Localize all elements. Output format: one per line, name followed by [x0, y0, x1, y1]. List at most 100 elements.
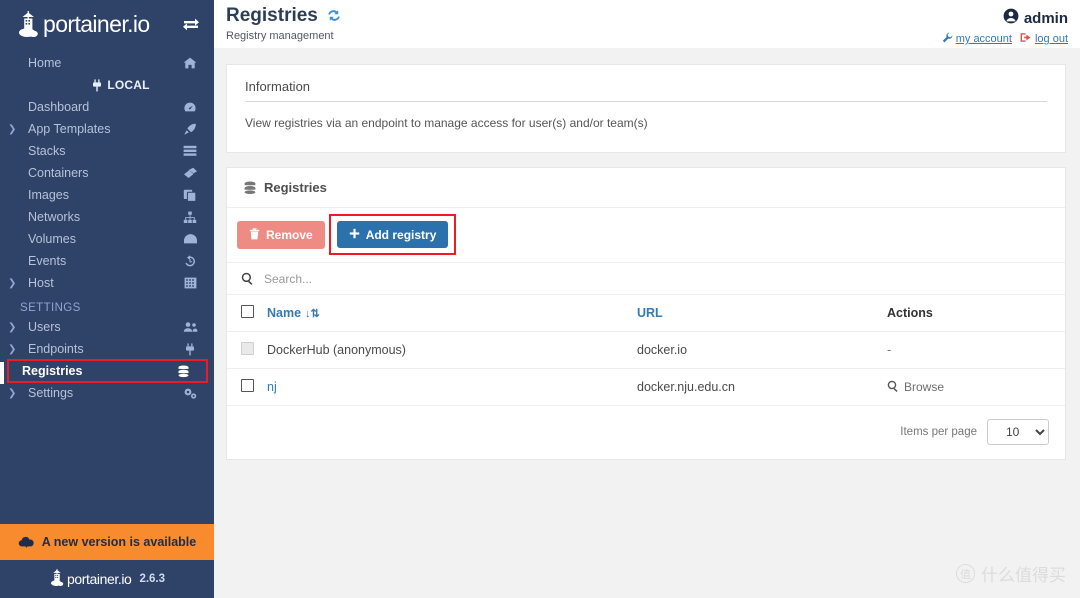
- row-name: nj: [261, 368, 631, 406]
- sidebar-item-label: Stacks: [28, 144, 66, 158]
- row-checkbox[interactable]: [241, 379, 254, 392]
- log-out-link[interactable]: log out: [1020, 32, 1068, 46]
- active-item-marker: [0, 362, 4, 384]
- exchange-arrows-icon[interactable]: [178, 11, 204, 37]
- watermark: 值 什么值得买: [956, 561, 1066, 586]
- footer-version: 2.6.3: [139, 573, 166, 585]
- sidebar-nav: Home LOCAL Dashboard ❯ App Templates Sta…: [0, 48, 214, 524]
- items-per-page-select[interactable]: 10: [987, 419, 1049, 445]
- remove-button[interactable]: Remove: [237, 220, 325, 249]
- sidebar-item-registries[interactable]: Registries: [7, 359, 208, 383]
- sidebar-item-label: Events: [28, 254, 67, 268]
- sidebar-item-label: Containers: [28, 166, 89, 180]
- user-block: admin my account log out: [942, 6, 1068, 46]
- table-head: Name ↓⇅ URL Actions: [227, 295, 1065, 332]
- registry-name-link[interactable]: nj: [267, 380, 277, 394]
- chevron-right-icon[interactable]: ❯: [8, 322, 22, 333]
- sidebar-item-networks[interactable]: Networks: [0, 206, 214, 228]
- sidebar-item-home[interactable]: Home: [0, 52, 214, 74]
- sidebar-item-users[interactable]: ❯ Users: [0, 316, 214, 338]
- column-header-name[interactable]: Name ↓⇅: [261, 295, 631, 332]
- sidebar-item-stacks[interactable]: Stacks: [0, 140, 214, 162]
- add-registry-button-label: Add registry: [365, 227, 437, 242]
- sidebar-item-label: App Templates: [28, 122, 111, 136]
- sidebar-item-label: Endpoints: [28, 342, 84, 356]
- search-row[interactable]: [227, 262, 1065, 295]
- sidebar-item-events[interactable]: Events: [0, 250, 214, 272]
- sidebar-item-label: Home: [28, 56, 62, 70]
- update-banner[interactable]: A new version is available: [0, 524, 214, 560]
- table-row: DockerHub (anonymous) docker.io -: [227, 331, 1065, 369]
- user-circle-icon: [1003, 8, 1019, 28]
- my-account-link[interactable]: my account: [942, 32, 1012, 46]
- sidebar-item-host[interactable]: ❯ Host: [0, 272, 214, 294]
- chevron-right-icon[interactable]: ❯: [8, 124, 22, 135]
- sidebar-item-dashboard[interactable]: Dashboard: [0, 96, 214, 118]
- sidebar-item-volumes[interactable]: Volumes: [0, 228, 214, 250]
- user-name-row: admin: [942, 8, 1068, 28]
- browse-label: Browse: [904, 380, 945, 394]
- list-icon: [182, 145, 198, 157]
- registries-toolbar: Remove Add registry: [227, 208, 1065, 262]
- select-all-header: [227, 295, 261, 332]
- history-icon: [182, 254, 198, 268]
- watermark-badge: 值: [956, 564, 975, 583]
- sidebar-item-containers[interactable]: Containers: [0, 162, 214, 184]
- sidebar-item-images[interactable]: Images: [0, 184, 214, 206]
- watermark-text: 什么值得买: [981, 566, 1066, 585]
- sidebar-endpoint-local: LOCAL: [0, 74, 214, 96]
- my-account-label: my account: [955, 33, 1012, 45]
- page-title-text: Registries: [226, 5, 318, 26]
- server-icon: [182, 277, 198, 289]
- topbar: Registries Registry management admin my …: [214, 0, 1080, 48]
- remove-button-label: Remove: [266, 227, 313, 242]
- trash-icon: [249, 227, 260, 242]
- sidebar-item-settings[interactable]: ❯ Settings: [0, 382, 214, 404]
- row-url: docker.nju.edu.cn: [631, 368, 881, 406]
- sidebar-item-app-templates[interactable]: ❯ App Templates: [0, 118, 214, 140]
- browse-button[interactable]: Browse: [887, 380, 1059, 395]
- row-select-cell: [227, 331, 261, 369]
- search-icon: [241, 272, 254, 285]
- user-links: my account log out: [942, 32, 1068, 46]
- sign-out-icon: [1020, 32, 1032, 46]
- sidebar-item-label: Host: [28, 276, 54, 290]
- sidebar-item-label: Networks: [28, 210, 81, 224]
- chevron-right-icon[interactable]: ❯: [8, 344, 22, 355]
- registries-panel: Registries Remove Add registry Search...…: [226, 167, 1066, 460]
- endpoint-label: LOCAL: [107, 78, 150, 92]
- select-all-checkbox[interactable]: [241, 305, 254, 318]
- registries-panel-header: Registries: [227, 168, 1065, 208]
- add-registry-button[interactable]: Add registry: [336, 221, 449, 248]
- page-title: Registries: [226, 6, 342, 25]
- sidebar-brand: portainer.io: [0, 0, 214, 48]
- table-body: DockerHub (anonymous) docker.io - nj doc…: [227, 331, 1065, 406]
- row-checkbox: [241, 342, 254, 355]
- main-area: Registries Registry management admin my …: [214, 0, 1080, 598]
- sidebar-item-endpoints[interactable]: ❯ Endpoints: [0, 338, 214, 360]
- sidebar-footer: portainer.io 2.6.3: [0, 560, 214, 598]
- volume-icon: [182, 233, 198, 245]
- information-panel: Information View registries via an endpo…: [226, 64, 1066, 153]
- dashboard-icon: [182, 101, 198, 114]
- sidebar-item-label: Registries: [22, 364, 83, 378]
- portainer-app: portainer.io Home LOCAL Dashboard ❯ App …: [0, 0, 1080, 598]
- sort-icon[interactable]: ↓⇅: [305, 308, 320, 320]
- column-header-url[interactable]: URL: [631, 295, 881, 332]
- rocket-icon: [182, 123, 198, 136]
- refresh-icon[interactable]: [326, 8, 342, 23]
- add-registry-highlight: Add registry: [328, 214, 457, 255]
- chevron-right-icon[interactable]: ❯: [8, 388, 22, 399]
- search-icon: [887, 380, 899, 395]
- search-input[interactable]: [264, 271, 1051, 286]
- chevron-right-icon[interactable]: ❯: [8, 278, 22, 289]
- row-url: docker.io: [631, 331, 881, 369]
- row-select-cell: [227, 368, 261, 406]
- sidebar-item-label: Images: [28, 188, 69, 202]
- log-out-label: log out: [1034, 33, 1068, 45]
- portainer-logo-icon-small: [49, 567, 66, 591]
- column-header-actions: Actions: [881, 295, 1065, 332]
- update-banner-label: A new version is available: [41, 535, 197, 549]
- registries-icon: [175, 365, 191, 378]
- items-per-page-label: Items per page: [900, 426, 977, 438]
